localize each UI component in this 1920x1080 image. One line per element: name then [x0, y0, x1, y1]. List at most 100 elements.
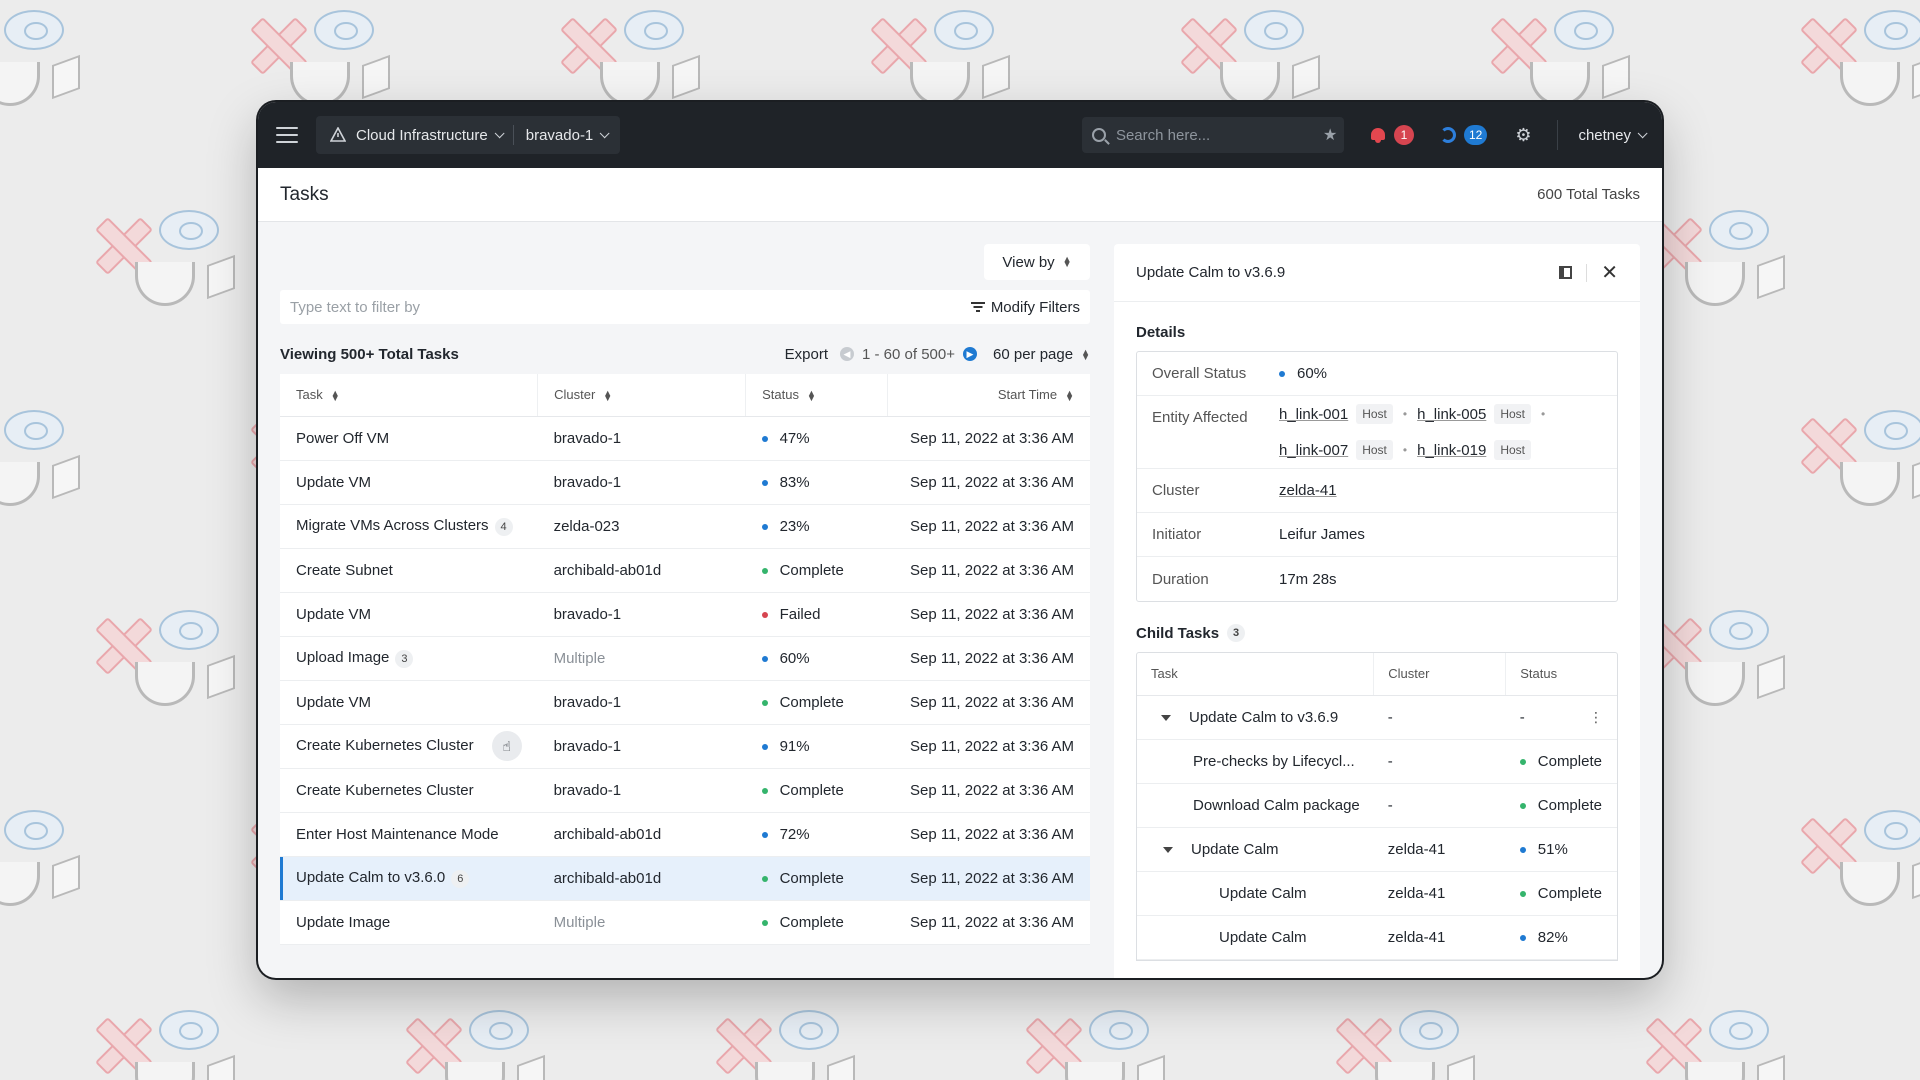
- menu-icon[interactable]: [276, 127, 298, 143]
- status-cell: 91%: [745, 724, 888, 769]
- filter-input[interactable]: [290, 298, 971, 316]
- status-cell: Complete: [745, 768, 888, 813]
- entity-link[interactable]: h_link-005: [1417, 406, 1486, 423]
- table-row[interactable]: Migrate VMs Across Clusters 4 zelda-023 23%…: [280, 504, 1090, 549]
- task-cell: Update VM: [280, 460, 538, 505]
- alerts-button[interactable]: 1: [1370, 125, 1414, 145]
- next-page-button[interactable]: ▶: [963, 347, 977, 361]
- child-task-row[interactable]: Download Calm package - Complete: [1137, 783, 1617, 828]
- start-time-cell: Sep 11, 2022 at 3:36 AM: [887, 504, 1090, 549]
- details-heading: Details: [1136, 324, 1186, 341]
- modify-filters-button[interactable]: Modify Filters: [970, 298, 1080, 316]
- detail-row-status: Overall Status 60%: [1137, 352, 1617, 396]
- start-time-cell: Sep 11, 2022 at 3:36 AM: [887, 812, 1090, 857]
- column-label: Task: [296, 387, 323, 403]
- task-name: Upload Image: [296, 648, 390, 666]
- cluster-cell: bravado-1: [537, 724, 746, 769]
- child-task-name: Update Calm: [1219, 928, 1307, 946]
- entity-link[interactable]: h_link-001: [1279, 406, 1348, 423]
- expand-panel-icon[interactable]: [1559, 266, 1573, 279]
- table-row[interactable]: Update VM bravado-1 83% Sep 11, 2022 at 3:3…: [280, 460, 1090, 505]
- child-task-row[interactable]: Update Calm zelda-41 Complete: [1137, 871, 1617, 916]
- list-toolbar: Viewing 500+ Total Tasks Export ◀ 1 - 60…: [280, 340, 1090, 368]
- sort-icon: ▲ ▼: [1081, 346, 1090, 362]
- child-status-text: -: [1519, 708, 1525, 726]
- table-header-row: Task ▲ ▼ Cluster ▲ ▼ Status ▲ ▼ Start Time ▲ ▼: [280, 374, 1090, 417]
- status-cell: Complete: [745, 900, 888, 945]
- chevron-down-icon: [1637, 127, 1648, 138]
- task-detail-panel: Update Calm to v3.6.9 ✕ Details Overall …: [1114, 244, 1640, 978]
- start-time-cell: Sep 11, 2022 at 3:36 AM: [887, 856, 1090, 901]
- table-row[interactable]: Create Kubernetes Cluster ☝ bravado-1 91% Se…: [280, 724, 1090, 769]
- column-header-task[interactable]: Task ▲ ▼: [280, 374, 539, 417]
- cluster-link[interactable]: zelda-41: [1279, 474, 1337, 507]
- divider: [1586, 263, 1588, 282]
- panel-header: Update Calm to v3.6.9 ✕: [1114, 244, 1640, 302]
- column-label: Status: [762, 387, 799, 403]
- table-row[interactable]: Update Calm to v3.6.0 6 archibald-ab01d Com…: [280, 856, 1090, 901]
- status-dot: [761, 435, 768, 442]
- start-time-cell: Sep 11, 2022 at 3:36 AM: [887, 724, 1090, 769]
- status-cell: Complete: [745, 548, 888, 593]
- caret-down-icon[interactable]: [1161, 714, 1171, 721]
- table-row[interactable]: Enter Host Maintenance Mode archibald-ab0…: [280, 812, 1090, 857]
- tasks-button[interactable]: 12: [1439, 125, 1488, 145]
- more-options-icon[interactable]: ⋮: [1589, 709, 1603, 726]
- entity-link[interactable]: h_link-007: [1279, 442, 1348, 459]
- task-cell: Update Image: [280, 900, 538, 945]
- cluster-cell: bravado-1: [537, 592, 746, 637]
- cluster-group-dropdown[interactable]: Cloud Infrastructure: [356, 127, 505, 144]
- table-row[interactable]: Update VM bravado-1 Failed Sep 11, 2022 at …: [280, 592, 1090, 637]
- entity-link[interactable]: h_link-019: [1417, 442, 1486, 459]
- status-text: Complete: [779, 869, 844, 887]
- child-tasks-title: Child Tasks: [1136, 624, 1220, 642]
- user-menu[interactable]: chetney: [1557, 120, 1648, 150]
- status-text: 83%: [779, 473, 810, 491]
- column-header-cluster[interactable]: Cluster ▲ ▼: [537, 374, 747, 417]
- status-text: 72%: [779, 825, 810, 843]
- column-header-status[interactable]: Status ▲ ▼: [745, 374, 889, 417]
- entity-tag: Host: [1356, 440, 1393, 460]
- table-row[interactable]: Update Image Multiple Complete Sep 11, 2022…: [280, 900, 1090, 945]
- status-text: 91%: [779, 737, 810, 755]
- task-name: Update Image: [296, 913, 391, 931]
- child-task-row[interactable]: Update Calm zelda-41 51%: [1137, 827, 1617, 872]
- child-task-row[interactable]: Update Calm to v3.6.9- - ⋮: [1137, 695, 1617, 740]
- detail-row-duration: Duration 17m 28s: [1137, 557, 1617, 601]
- previous-page-button[interactable]: ◀: [840, 347, 854, 361]
- table-row[interactable]: Upload Image 3 Multiple 60% Sep 11, 2022 at …: [280, 636, 1090, 681]
- status-dot: [761, 611, 768, 618]
- status-cell: Complete: [745, 680, 888, 725]
- view-by-button[interactable]: View by ▲ ▼: [984, 244, 1090, 280]
- status-text: Failed: [779, 605, 821, 623]
- child-task-row[interactable]: Update Calm zelda-41 82%: [1137, 915, 1617, 960]
- search-input[interactable]: [1115, 126, 1315, 144]
- star-icon[interactable]: ★: [1323, 125, 1337, 145]
- gear-icon[interactable]: ⚙: [1515, 125, 1531, 146]
- cluster-dropdown[interactable]: bravado-1: [526, 127, 610, 144]
- total-tasks: 600 Total Tasks: [1537, 186, 1640, 203]
- child-status-cell: - ⋮: [1505, 695, 1617, 740]
- child-cluster-cell: zelda-41: [1373, 827, 1506, 872]
- top-navigation-bar: Cloud Infrastructure bravado-1 ★ 1 12 ⚙ …: [258, 102, 1662, 168]
- status-dot: [1279, 371, 1285, 378]
- table-row[interactable]: Power Off VM bravado-1 47% Sep 11, 2022 at …: [280, 416, 1090, 461]
- background-tile: [95, 210, 265, 330]
- task-name: Power Off VM: [296, 429, 390, 447]
- per-page-select[interactable]: 60 per page ▲ ▼: [993, 346, 1090, 363]
- table-row[interactable]: Create Subnet archibald-ab01d Complete Sep …: [280, 548, 1090, 593]
- caret-down-icon[interactable]: [1163, 846, 1173, 853]
- export-button[interactable]: Export: [785, 346, 828, 363]
- status-dot: [761, 567, 768, 574]
- detail-row-cluster: Cluster zelda-41: [1137, 469, 1617, 513]
- table-row[interactable]: Update VM bravado-1 Complete Sep 11, 2022 a…: [280, 680, 1090, 725]
- close-icon[interactable]: ✕: [1601, 263, 1618, 283]
- start-time-cell: Sep 11, 2022 at 3:36 AM: [887, 768, 1090, 813]
- separator-dot: •: [1541, 407, 1546, 421]
- status-text: 47%: [779, 429, 810, 447]
- start-time-cell: Sep 11, 2022 at 3:36 AM: [887, 460, 1090, 505]
- modify-filters-label: Modify Filters: [990, 298, 1080, 316]
- table-row[interactable]: Create Kubernetes Cluster bravado-1 Comple…: [280, 768, 1090, 813]
- column-header-start-time[interactable]: Start Time ▲ ▼: [887, 374, 1090, 417]
- child-task-row[interactable]: Pre-checks by Lifecycl... - Complete: [1137, 739, 1617, 784]
